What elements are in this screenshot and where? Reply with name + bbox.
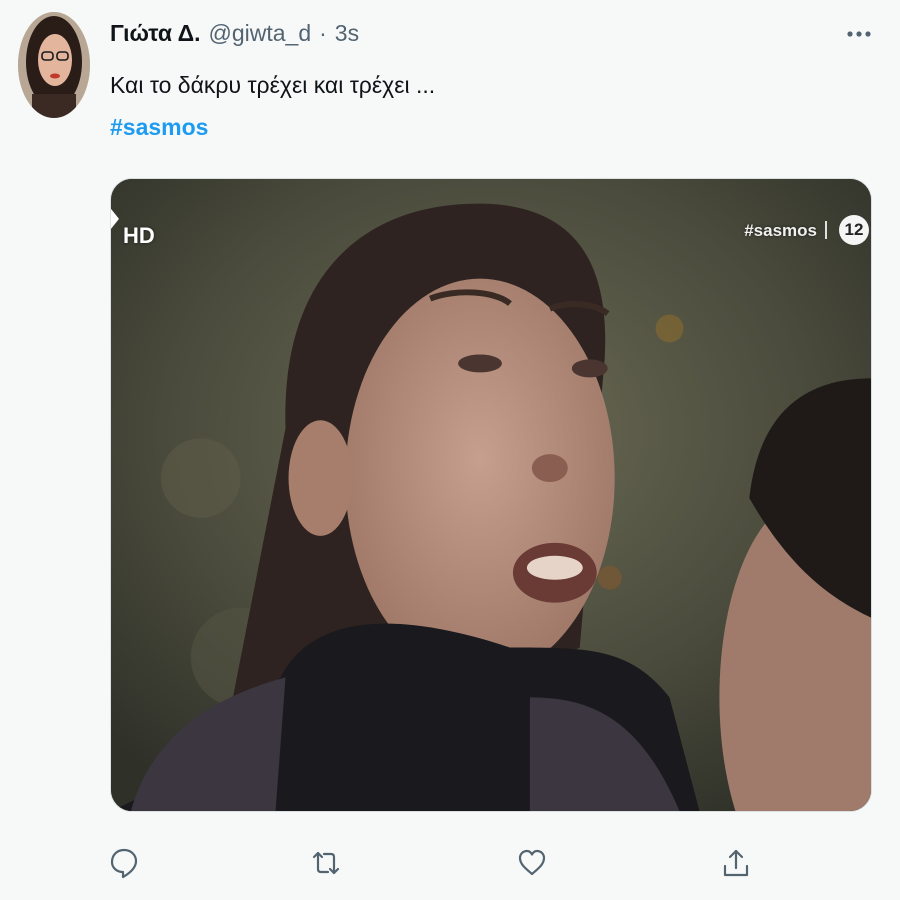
reply-button[interactable] — [106, 844, 142, 882]
share-button[interactable] — [718, 844, 754, 882]
heart-icon — [518, 849, 546, 876]
avatar[interactable] — [18, 12, 90, 118]
like-button[interactable] — [514, 844, 550, 882]
channel-logo: 12 — [839, 215, 869, 245]
reply-icon — [110, 848, 138, 879]
hashtag-link[interactable]: #sasmos — [110, 114, 208, 141]
tweet-header: Γιώτα Δ. @giwta_d · 3s — [110, 20, 359, 47]
tweet-text: Και το δάκρυ τρέχει και τρέχει ... — [110, 72, 436, 98]
channel-hashtag-overlay: #sasmos — [744, 221, 827, 241]
share-icon — [723, 849, 749, 877]
tweet-timestamp[interactable]: 3s — [335, 20, 359, 47]
tweet-media-video[interactable]: HD #sasmos 12 — [110, 178, 872, 812]
author-handle[interactable]: @giwta_d — [208, 20, 311, 47]
more-options-button[interactable] — [844, 22, 874, 46]
avatar-image — [18, 12, 90, 118]
retweet-button[interactable] — [308, 844, 344, 882]
separator-dot: · — [319, 20, 327, 46]
tweet-actions-bar — [106, 844, 766, 884]
author-display-name[interactable]: Γιώτα Δ. — [110, 20, 200, 47]
tweet-card[interactable]: Γιώτα Δ. @giwta_d · 3s Και το δάκρυ τρέχ… — [0, 0, 900, 900]
hd-badge: HD — [123, 223, 155, 248]
more-dots-icon — [847, 31, 871, 37]
video-frame — [111, 179, 871, 811]
retweet-icon — [312, 851, 340, 875]
